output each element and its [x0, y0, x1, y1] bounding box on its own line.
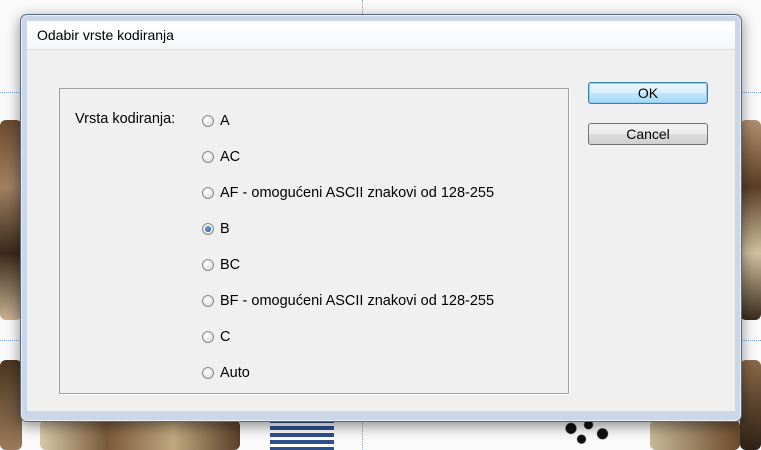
encoding-option[interactable]: BC: [202, 254, 240, 276]
dialog-titlebar[interactable]: Odabir vrste kodiranja: [27, 21, 735, 49]
background-image: [0, 120, 22, 320]
ok-button[interactable]: OK: [588, 82, 708, 104]
radio-button-icon[interactable]: [202, 223, 214, 235]
background-image: [740, 120, 761, 320]
encoding-option-label: Auto: [220, 365, 250, 381]
encoding-option-label: BF - omogućeni ASCII znakovi od 128-255: [220, 293, 495, 309]
radio-button-icon[interactable]: [202, 259, 214, 271]
encoding-option[interactable]: AC: [202, 146, 240, 168]
encoding-option[interactable]: A: [202, 110, 230, 132]
radio-button-icon[interactable]: [202, 331, 214, 343]
background-image: [0, 360, 22, 450]
radio-button-icon[interactable]: [202, 151, 214, 163]
encoding-option[interactable]: AF - omogućeni ASCII znakovi od 128-255: [202, 182, 494, 204]
encoding-option-label: C: [220, 329, 231, 345]
radio-button-icon[interactable]: [202, 187, 214, 199]
background-image: [40, 420, 240, 450]
encoding-type-label: Vrsta kodiranja:: [75, 111, 176, 127]
radio-button-icon[interactable]: [202, 367, 214, 379]
cancel-button[interactable]: Cancel: [588, 123, 708, 145]
encoding-dialog: Odabir vrste kodiranja Vrsta kodiranja: …: [20, 14, 742, 422]
radio-button-icon[interactable]: [202, 295, 214, 307]
encoding-option-label: BC: [220, 257, 241, 273]
encoding-option[interactable]: B: [202, 218, 230, 240]
dialog-title: Odabir vrste kodiranja: [37, 27, 174, 43]
encoding-option-label: B: [220, 221, 230, 237]
background-image: [740, 360, 761, 450]
dialog-body: Vrsta kodiranja: A AC AF - omogućeni ASCII…: [27, 49, 735, 411]
radio-button-icon[interactable]: [202, 115, 214, 127]
encoding-option[interactable]: BF - omogućeni ASCII znakovi od 128-255: [202, 290, 494, 312]
encoding-option[interactable]: C: [202, 326, 230, 348]
encoding-option-label: AF - omogućeni ASCII znakovi od 128-255: [220, 185, 495, 201]
encoding-option[interactable]: Auto: [202, 362, 250, 384]
encoding-option-label: AC: [220, 149, 241, 165]
encoding-group: [59, 88, 569, 394]
background-image: [650, 420, 740, 450]
encoding-option-label: A: [220, 113, 230, 129]
